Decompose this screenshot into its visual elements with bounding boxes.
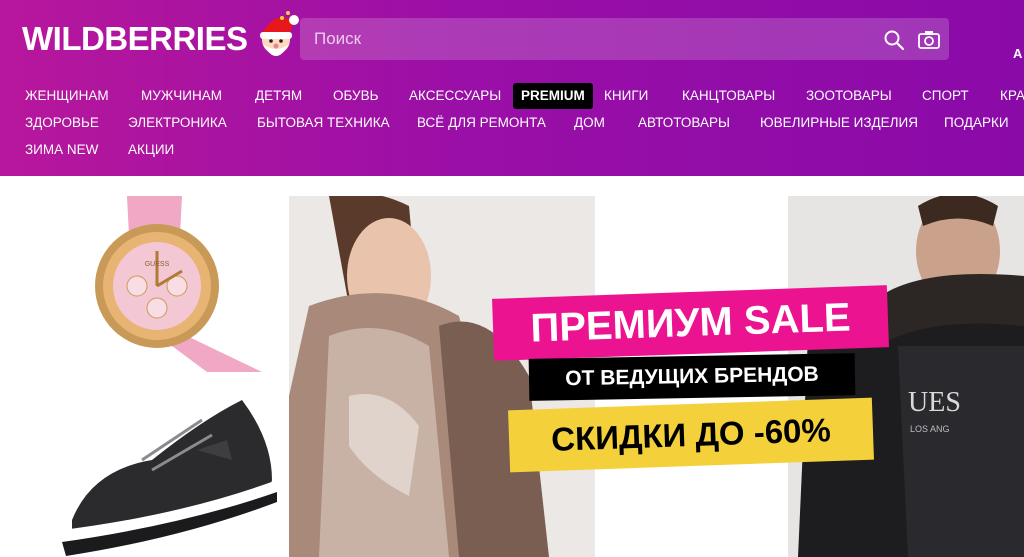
nav-row-2: ЗДОРОВЬЕ ЭЛЕКТРОНИКА БЫТОВАЯ ТЕХНИКА ВСЁ… — [0, 111, 1024, 135]
search-input[interactable] — [300, 18, 860, 60]
wildberries-logo[interactable]: WILDBERRIES — [22, 16, 248, 62]
nav-item-men[interactable]: МУЖЧИНАМ — [141, 84, 222, 108]
nav-item-auto[interactable]: АВТОТОВАРЫ — [638, 111, 730, 135]
nav-item-winter-new[interactable]: ЗИМА NEW — [25, 138, 98, 162]
logo-text: WILDBERRIES — [22, 20, 248, 57]
nav-item-pet-goods[interactable]: ЗООТОВАРЫ — [806, 84, 892, 108]
nav-item-repair[interactable]: ВСЁ ДЛЯ РЕМОНТА — [417, 111, 546, 135]
search-bar — [300, 18, 949, 60]
shirt-print: UES — [908, 387, 961, 418]
camera-icon[interactable] — [917, 29, 941, 51]
nav-item-shoes[interactable]: ОБУВЬ — [333, 84, 379, 108]
nav-item-appliances[interactable]: БЫТОВАЯ ТЕХНИКА — [257, 111, 390, 135]
nav-item-electronics[interactable]: ЭЛЕКТРОНИКА — [128, 111, 227, 135]
site-header: WILDBERRIES А ЖЕНЩИНАМ МУЖЧИНАМ ДЕТЯМ ОБ… — [0, 0, 1024, 176]
nav-item-stationery[interactable]: КАНЦТОВАРЫ — [682, 84, 775, 108]
nav-item-accessories[interactable]: АКСЕССУАРЫ — [409, 84, 501, 108]
watch-brand-mark: GUESS — [145, 261, 170, 268]
nav-item-books[interactable]: КНИГИ — [604, 84, 648, 108]
nav-item-health[interactable]: ЗДОРОВЬЕ — [25, 111, 99, 135]
nav-row-3: ЗИМА NEW АКЦИИ — [0, 138, 1024, 162]
product-tile-sneaker[interactable] — [32, 380, 279, 557]
watch-image: GUESS — [95, 196, 262, 372]
nav-row-1: ЖЕНЩИНАМ МУЖЧИНАМ ДЕТЯМ ОБУВЬ АКСЕССУАРЫ… — [0, 83, 1024, 109]
santa-icon — [260, 11, 299, 56]
search-icon[interactable] — [883, 29, 905, 51]
product-tile-watch[interactable]: GUESS — [32, 196, 279, 372]
nav-item-beauty[interactable]: КРА — [1000, 84, 1024, 108]
banner-subtitle: ОТ ВЕДУЩИХ БРЕНДОВ — [528, 353, 856, 401]
nav-item-home[interactable]: ДОМ — [574, 111, 605, 135]
nav-item-sport[interactable]: СПОРТ — [922, 84, 969, 108]
account-label[interactable]: А — [1013, 46, 1022, 61]
nav-item-premium[interactable]: PREMIUM — [513, 83, 593, 109]
nav-item-gifts[interactable]: ПОДАРКИ — [944, 111, 1009, 135]
nav-item-jewelry[interactable]: ЮВЕЛИРНЫЕ ИЗДЕЛИЯ — [760, 111, 918, 135]
nav-item-kids[interactable]: ДЕТЯМ — [255, 84, 302, 108]
banner-discount: СКИДКИ ДО -60% — [508, 397, 874, 473]
nav-item-promotions[interactable]: АКЦИИ — [128, 138, 174, 162]
sneaker-image — [62, 400, 277, 556]
nav-item-women[interactable]: ЖЕНЩИНАМ — [25, 84, 109, 108]
shirt-print-sub: LOS ANG — [910, 424, 950, 434]
